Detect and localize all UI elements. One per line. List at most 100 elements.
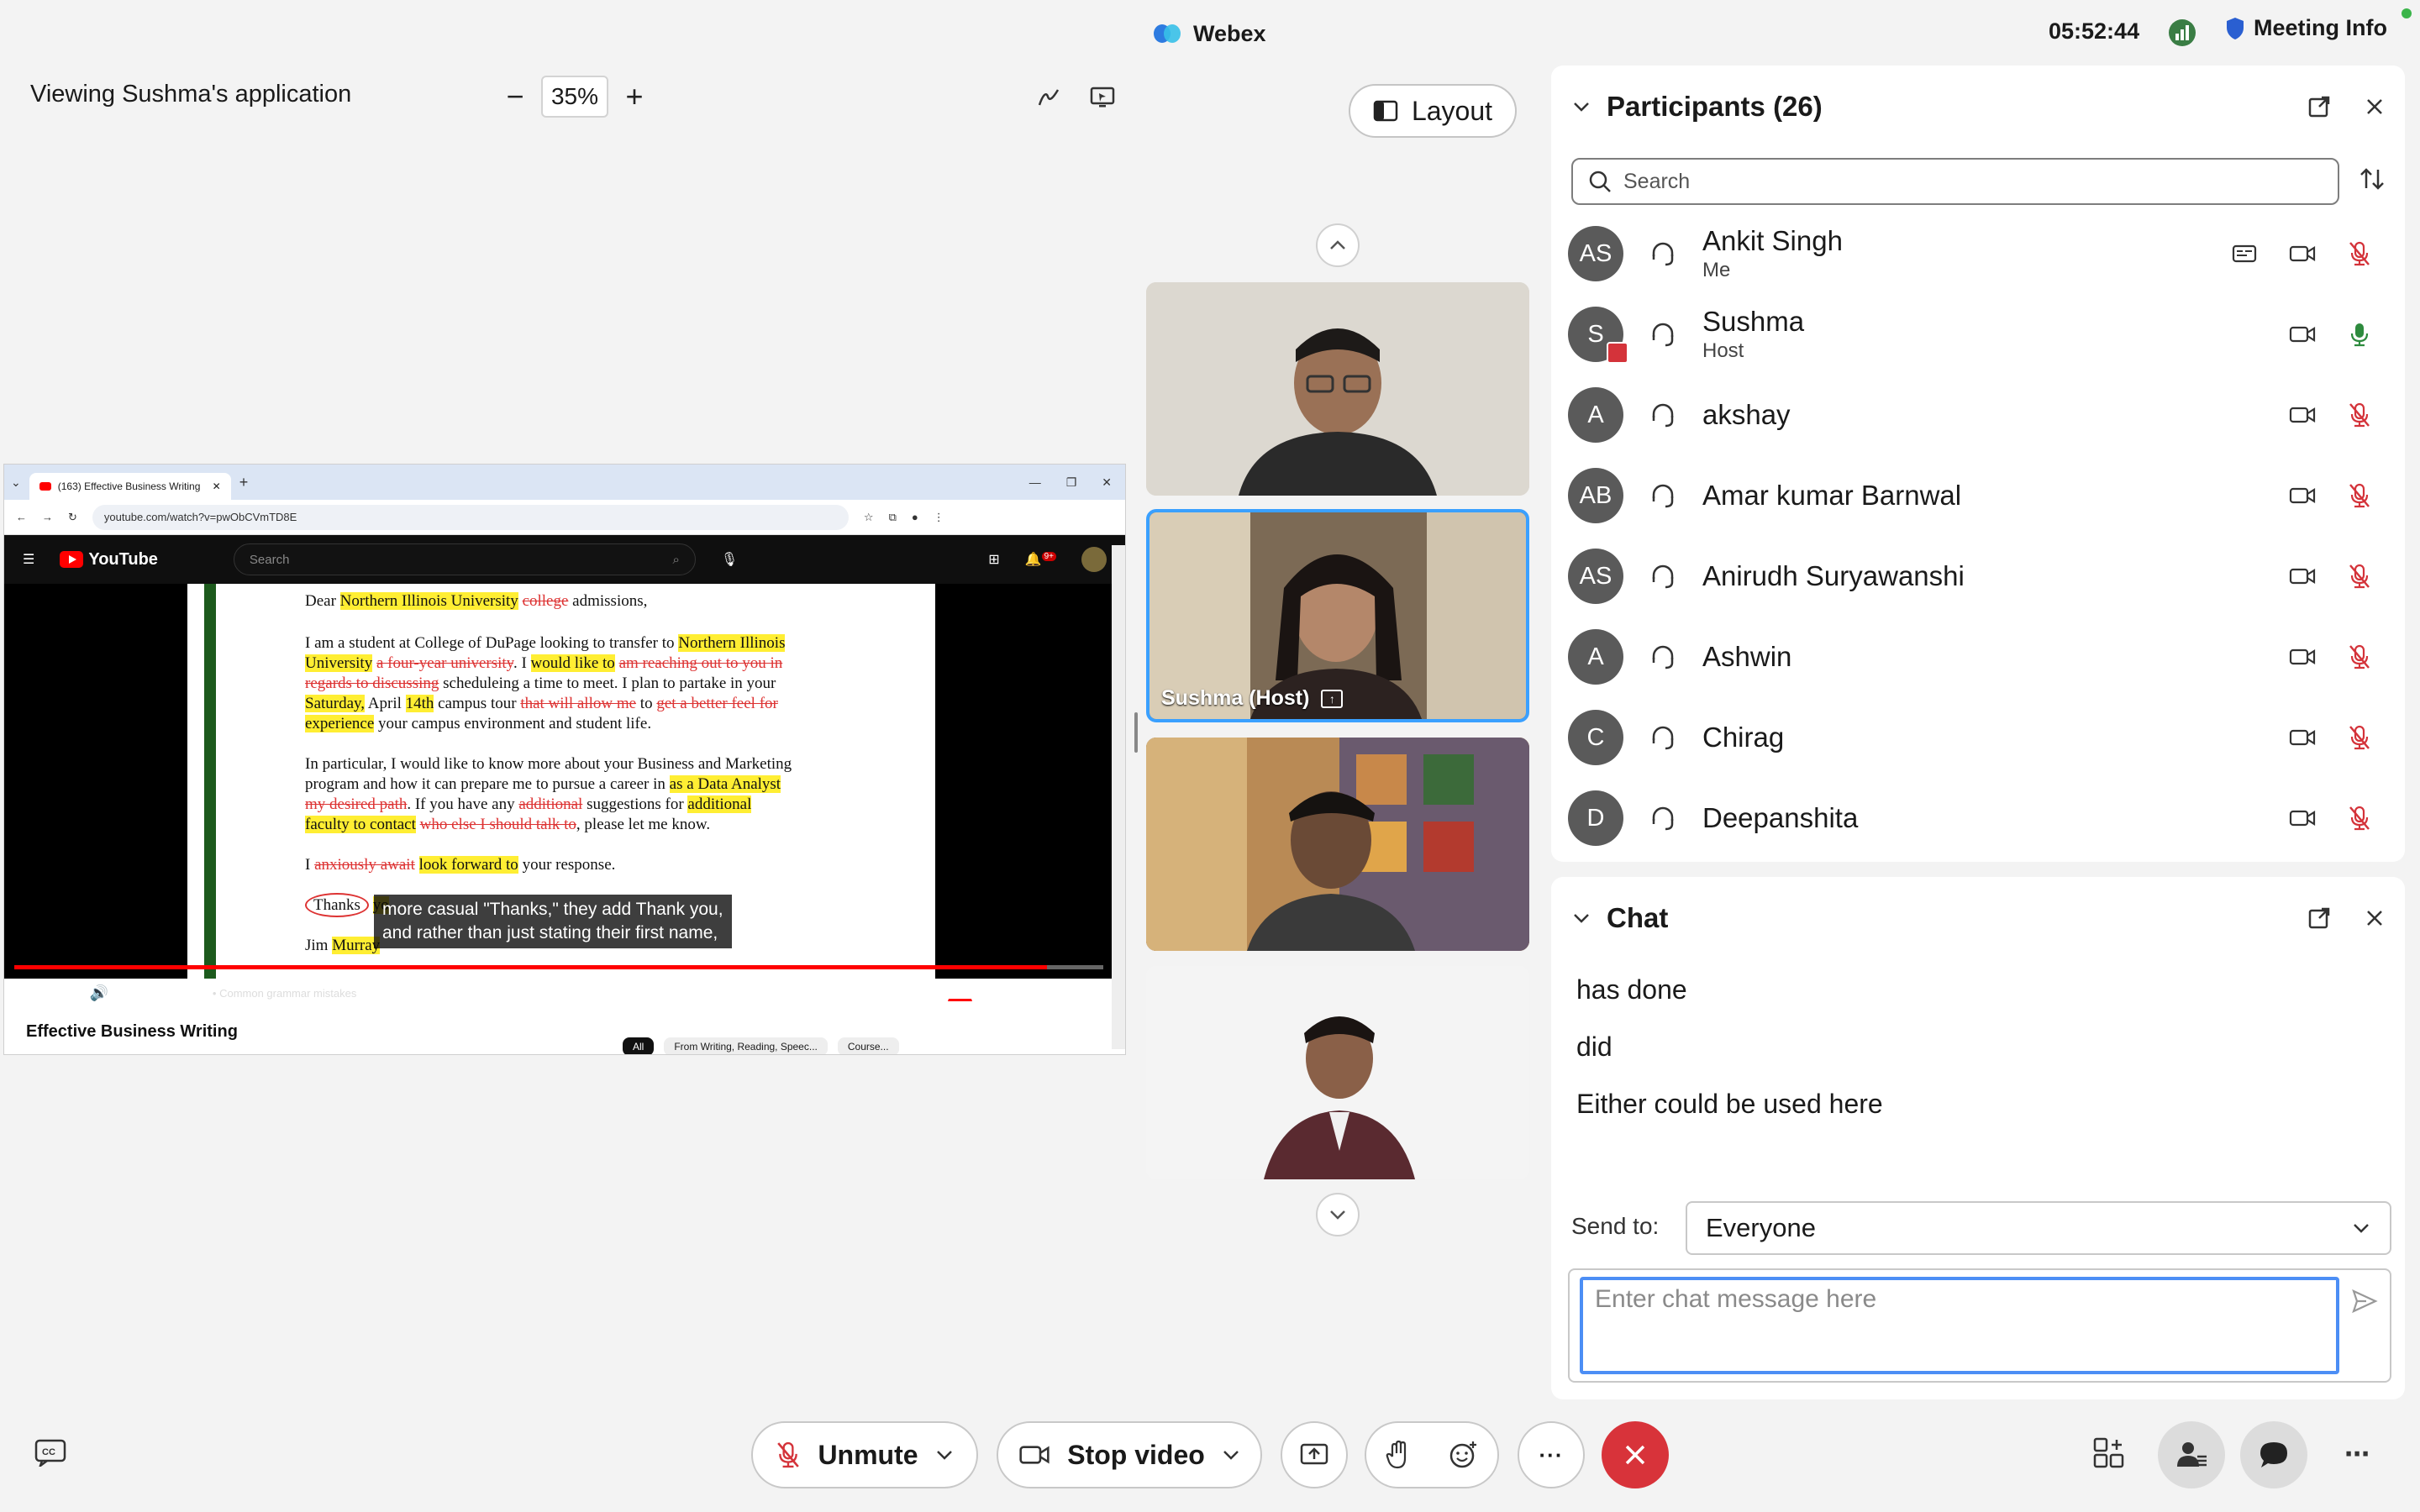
close-icon[interactable] xyxy=(2365,97,2385,117)
mic-muted-icon[interactable] xyxy=(2348,482,2371,509)
restore-icon[interactable]: ❐ xyxy=(1066,475,1077,490)
video-progress-bar[interactable] xyxy=(14,965,1103,969)
extensions-icon[interactable]: ⧉ xyxy=(889,511,897,524)
scroll-up-button[interactable] xyxy=(1316,223,1360,267)
end-call-button[interactable] xyxy=(1602,1421,1669,1488)
scroll-down-button[interactable] xyxy=(1316,1193,1360,1236)
video-title[interactable]: Effective Business Writing xyxy=(26,1022,238,1042)
chat-toggle-button[interactable] xyxy=(2240,1421,2307,1488)
browser-tab[interactable]: (163) Effective Business Writing ✕ xyxy=(29,473,231,500)
captions-icon[interactable] xyxy=(2232,244,2257,264)
settings-gear-icon[interactable]: ⚙ xyxy=(992,984,1006,1002)
chevron-down-icon[interactable] xyxy=(935,1449,954,1461)
shared-screen[interactable]: ⌄ (163) Effective Business Writing ✕ + —… xyxy=(3,464,1126,1055)
stop-video-button[interactable]: Stop video xyxy=(997,1421,1262,1488)
share-screen-button[interactable] xyxy=(1281,1421,1348,1488)
youtube-logo[interactable]: YouTube xyxy=(60,550,158,570)
participant-row[interactable]: C Chirag xyxy=(1568,697,2391,778)
camera-icon[interactable] xyxy=(2289,324,2316,344)
mic-muted-icon[interactable] xyxy=(2348,563,2371,590)
mic-active-icon[interactable] xyxy=(2348,321,2371,348)
chat-message-input[interactable] xyxy=(1580,1277,2339,1374)
sort-icon[interactable] xyxy=(2358,165,2386,193)
camera-icon[interactable] xyxy=(2289,405,2316,425)
camera-icon[interactable] xyxy=(2289,566,2316,586)
zoom-in-button[interactable]: + xyxy=(620,79,649,113)
forward-icon[interactable]: → xyxy=(42,511,53,523)
minimize-icon[interactable]: — xyxy=(1029,475,1041,489)
participant-row[interactable]: A Ashwin xyxy=(1568,617,2391,697)
camera-icon[interactable] xyxy=(2289,486,2316,506)
tab-list-chevron-icon[interactable]: ⌄ xyxy=(11,475,21,490)
participant-row[interactable]: AS Ankit Singh Me xyxy=(1568,213,2391,294)
video-tile[interactable] xyxy=(1146,966,1529,1179)
layout-button[interactable]: Layout xyxy=(1349,84,1517,138)
send-to-select[interactable]: Everyone xyxy=(1686,1201,2391,1255)
annotate-icon[interactable] xyxy=(1032,81,1065,114)
participant-row[interactable]: AB Amar kumar Barnwal xyxy=(1568,455,2391,536)
mic-muted-icon[interactable] xyxy=(2348,805,2371,832)
participants-toggle-button[interactable] xyxy=(2158,1421,2225,1488)
overflow-menu-icon[interactable]: ⋯ xyxy=(2344,1440,2370,1469)
new-tab-icon[interactable]: + xyxy=(239,474,249,491)
miniplayer-icon[interactable]: ▣ xyxy=(1026,986,1036,1000)
more-options-button[interactable]: ··· xyxy=(1518,1421,1585,1488)
video-tile-active-speaker[interactable]: Sushma (Host) ↑ xyxy=(1146,509,1529,722)
pop-out-icon[interactable] xyxy=(2307,906,2331,930)
browser-scrollbar[interactable] xyxy=(1112,545,1125,1049)
collapse-chevron-icon[interactable] xyxy=(1571,911,1591,925)
mic-muted-icon[interactable] xyxy=(2348,240,2371,267)
emoji-reaction-icon[interactable] xyxy=(1449,1440,1479,1470)
chip-series[interactable]: From Writing, Reading, Speec... xyxy=(664,1037,828,1054)
bookmark-star-icon[interactable]: ☆ xyxy=(864,511,874,524)
reload-icon[interactable]: ↻ xyxy=(68,511,77,524)
zoom-level[interactable]: 35% xyxy=(541,76,608,118)
mic-muted-icon[interactable] xyxy=(2348,402,2371,428)
collapse-chevron-icon[interactable] xyxy=(1571,100,1591,113)
closed-captions-icon[interactable]: CC xyxy=(34,1438,67,1467)
mic-muted-icon[interactable] xyxy=(2348,724,2371,751)
zoom-out-button[interactable]: − xyxy=(501,79,529,113)
tab-close-icon[interactable]: ✕ xyxy=(213,480,221,492)
youtube-search-icon[interactable]: ⌕ xyxy=(673,553,680,567)
create-icon[interactable]: ⊞ xyxy=(988,551,999,568)
chip-all[interactable]: All xyxy=(623,1037,655,1054)
network-quality-icon[interactable] xyxy=(2168,18,2196,47)
camera-icon[interactable] xyxy=(2289,647,2316,667)
play-icon[interactable]: ▶ xyxy=(23,983,35,1004)
camera-icon[interactable] xyxy=(2289,808,2316,828)
address-bar[interactable]: youtube.com/watch?v=pwObCVmTD8E xyxy=(92,504,849,530)
mic-muted-icon[interactable] xyxy=(2348,643,2371,670)
apps-icon[interactable] xyxy=(2092,1436,2126,1470)
chevron-down-icon[interactable] xyxy=(1222,1449,1240,1461)
camera-icon[interactable] xyxy=(2289,244,2316,264)
close-icon[interactable] xyxy=(2365,908,2385,928)
voice-search-icon[interactable]: 🎙 xyxy=(721,551,738,568)
theater-icon[interactable]: ▭ xyxy=(1057,986,1067,1000)
window-close-icon[interactable]: ✕ xyxy=(1102,475,1112,490)
participant-row[interactable]: D Deepanshita xyxy=(1568,778,2391,858)
youtube-search-input[interactable]: Search ⌕ xyxy=(233,543,696,575)
next-icon[interactable]: ⏭ xyxy=(55,984,69,1002)
participant-row[interactable]: S Sushma Host xyxy=(1568,294,2391,375)
camera-icon[interactable] xyxy=(2289,727,2316,748)
video-tile[interactable] xyxy=(1146,738,1529,951)
video-tile[interactable] xyxy=(1146,282,1529,496)
browser-menu-icon[interactable]: ⋮ xyxy=(934,511,944,524)
notifications-icon[interactable]: 🔔 9+ xyxy=(1025,551,1056,568)
pop-out-icon[interactable] xyxy=(2307,95,2331,118)
video-player[interactable]: Dear Northern Illinois University colleg… xyxy=(4,584,1113,979)
participant-row[interactable]: A akshay xyxy=(1568,375,2391,455)
send-icon[interactable] xyxy=(2351,1289,2378,1314)
video-chapter[interactable]: • Common grammar mistakes xyxy=(213,987,356,1000)
profile-icon[interactable]: ● xyxy=(912,511,918,523)
raise-hand-icon[interactable] xyxy=(1386,1440,1411,1470)
captions-icon[interactable]: CC xyxy=(948,984,973,1001)
fullscreen-icon[interactable]: ⛶ xyxy=(1087,986,1095,1000)
unmute-button[interactable]: Unmute xyxy=(751,1421,978,1488)
back-icon[interactable]: ← xyxy=(16,511,27,523)
meeting-info-button[interactable]: Meeting Info xyxy=(2225,15,2387,41)
resize-handle[interactable] xyxy=(1134,712,1138,753)
chip-courses[interactable]: Course... xyxy=(837,1037,899,1054)
account-avatar-icon[interactable] xyxy=(1081,547,1107,572)
